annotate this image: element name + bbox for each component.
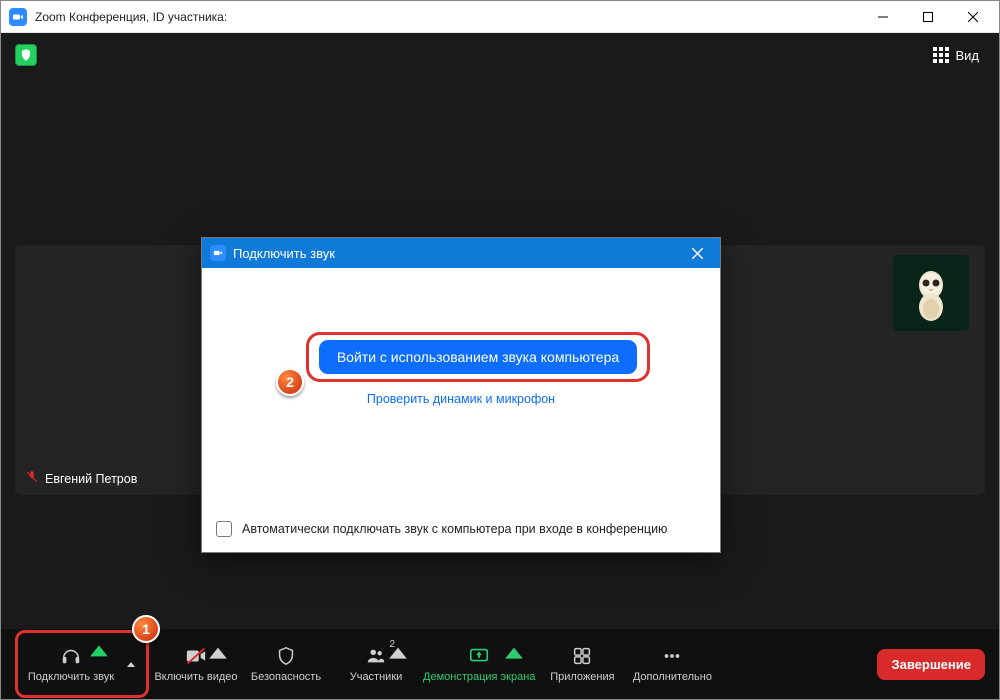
share-screen-tool[interactable]: Демонстрация экрана <box>423 635 535 693</box>
dialog-body: Войти с использованием звука компьютера … <box>202 268 720 506</box>
meeting-toolbar: Подключить звук 1 Включить видео Безопас… <box>1 629 999 699</box>
zoom-app-icon <box>9 8 27 26</box>
security-label: Безопасность <box>251 671 321 683</box>
maximize-button[interactable] <box>905 2 950 32</box>
view-label: Вид <box>955 48 979 63</box>
other-participant-thumb[interactable] <box>893 255 969 331</box>
participants-tool[interactable]: 2 Участники <box>333 635 419 693</box>
meeting-area: Вид Евгений Петров <box>1 33 999 629</box>
more-label: Дополнительно <box>633 671 712 683</box>
audio-options-chevron-icon[interactable] <box>120 656 142 672</box>
close-button[interactable] <box>950 2 995 32</box>
dialog-titlebar: Подключить звук <box>202 238 720 268</box>
annotation-highlight-1: Подключить звук 1 <box>15 630 149 698</box>
encryption-shield-icon[interactable] <box>15 44 37 66</box>
join-audio-dialog: Подключить звук Войти с использованием з… <box>201 237 721 553</box>
dialog-footer: Автоматически подключать звук с компьюте… <box>202 506 720 552</box>
apps-label: Приложения <box>550 671 614 683</box>
join-computer-audio-button[interactable]: Войти с использованием звука компьютера <box>319 340 637 374</box>
apps-tool[interactable]: Приложения <box>539 635 625 693</box>
auto-join-audio-checkbox[interactable] <box>216 521 232 537</box>
video-stage: Евгений Петров <box>1 77 999 559</box>
share-label: Демонстрация экрана <box>423 671 535 683</box>
view-button[interactable]: Вид <box>927 43 985 67</box>
dialog-close-button[interactable] <box>682 238 712 268</box>
meeting-topbar: Вид <box>1 33 999 77</box>
zoom-app-icon <box>210 245 226 261</box>
auto-join-audio-label: Автоматически подключать звук с компьюте… <box>242 522 667 536</box>
participants-label: Участники <box>350 671 403 683</box>
window-controls <box>860 2 995 32</box>
window-title: Zoom Конференция, ID участника: <box>35 10 227 24</box>
start-video-tool[interactable]: Включить видео <box>153 635 239 693</box>
minimize-button[interactable] <box>860 2 905 32</box>
test-speaker-mic-link[interactable]: Проверить динамик и микрофон <box>202 392 720 406</box>
app-window: Zoom Конференция, ID участника: Вид <box>0 0 1000 700</box>
join-audio-tool[interactable]: Подключить звук <box>22 635 120 693</box>
self-name-text: Евгений Петров <box>45 472 137 486</box>
more-tool[interactable]: Дополнительно <box>629 635 715 693</box>
mic-muted-icon <box>25 470 39 487</box>
video-label: Включить видео <box>154 671 237 683</box>
security-tool[interactable]: Безопасность <box>243 635 329 693</box>
self-name-badge: Евгений Петров <box>25 470 137 487</box>
end-meeting-button[interactable]: Завершение <box>877 649 985 680</box>
annotation-highlight-2: Войти с использованием звука компьютера <box>306 332 650 382</box>
dialog-title: Подключить звук <box>233 246 335 261</box>
audio-label: Подключить звук <box>28 671 114 683</box>
grid-icon <box>933 47 949 63</box>
titlebar: Zoom Конференция, ID участника: <box>1 1 999 33</box>
